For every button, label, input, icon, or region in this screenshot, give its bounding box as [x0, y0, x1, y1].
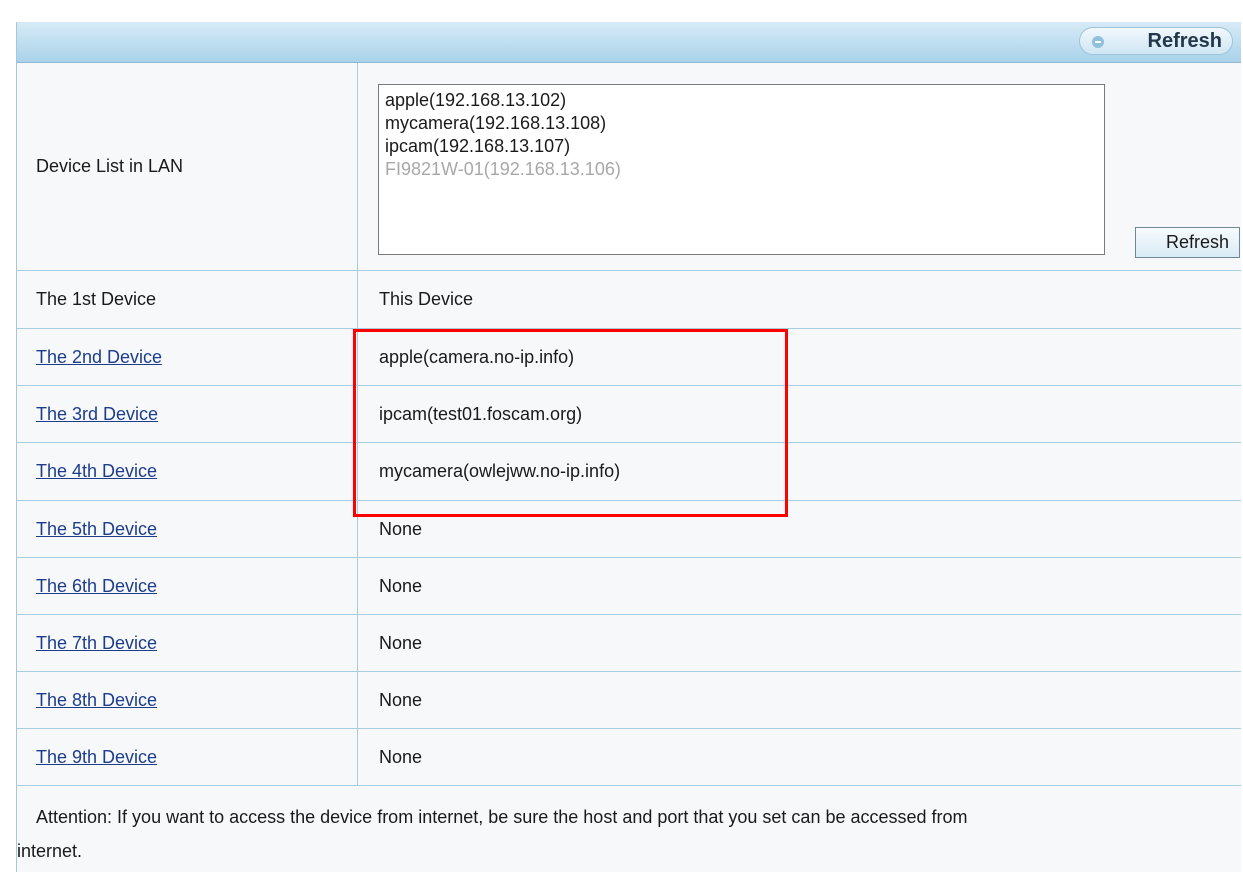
lan-device-item[interactable]: FI9821W-01(192.168.13.106): [385, 158, 1098, 181]
device-link-5[interactable]: The 5th Device: [36, 519, 157, 540]
device-row-8: The 8th Device None: [17, 672, 1241, 729]
device-value-8: None: [379, 689, 423, 710]
toolbar: Refresh: [17, 22, 1241, 63]
device-link-7[interactable]: The 7th Device: [36, 633, 157, 654]
device-row-3: The 3rd Device ipcam(test01.foscam.org): [17, 386, 1241, 443]
device-row-5: The 5th Device None: [17, 501, 1241, 558]
device-value-5: None: [379, 518, 423, 539]
lan-device-item[interactable]: mycamera(192.168.13.108): [385, 112, 1098, 135]
attention-text: Attention: If you want to access the dev…: [36, 807, 968, 827]
lan-device-item[interactable]: apple(192.168.13.102): [385, 89, 1098, 112]
device-value-2: apple(camera.no-ip.info): [379, 346, 575, 367]
device-value-6: None: [379, 575, 423, 596]
refresh-button-label: Refresh: [1147, 29, 1222, 52]
device-value-4: mycamera(owlejww.no-ip.info): [379, 461, 621, 481]
lan-device-item[interactable]: ipcam(192.168.13.107): [385, 135, 1098, 158]
device-value-7: None: [379, 632, 423, 653]
device-link-8[interactable]: The 8th Device: [36, 690, 157, 711]
device-row-4: The 4th Device mycamera(owlejww.no-ip.in…: [17, 443, 1241, 501]
device-link-4[interactable]: The 4th Device: [36, 461, 157, 482]
attention-note: Attention: If you want to access the dev…: [17, 783, 1241, 872]
device-value-3: ipcam(test01.foscam.org): [379, 403, 583, 424]
multi-device-settings-panel: Refresh Device List in LAN apple(192.168…: [16, 22, 1241, 872]
device-row-2: The 2nd Device apple(camera.no-ip.info): [17, 329, 1241, 386]
device-value-9: None: [379, 746, 423, 767]
device-link-9[interactable]: The 9th Device: [36, 747, 157, 768]
device-row-7: The 7th Device None: [17, 615, 1241, 672]
lan-device-listbox[interactable]: apple(192.168.13.102) mycamera(192.168.1…: [378, 84, 1105, 255]
device-label-1: The 1st Device: [17, 271, 358, 328]
device-link-2[interactable]: The 2nd Device: [36, 347, 162, 368]
device-row-9: The 9th Device None: [17, 729, 1241, 786]
lan-device-list-label: Device List in LAN: [17, 63, 358, 270]
refresh-button[interactable]: Refresh: [1079, 27, 1233, 55]
refresh-icon: [1092, 36, 1104, 48]
attention-text-continuation: internet.: [17, 841, 83, 861]
device-link-6[interactable]: The 6th Device: [36, 576, 157, 597]
device-link-3[interactable]: The 3rd Device: [36, 404, 158, 425]
lan-refresh-button[interactable]: Refresh: [1135, 227, 1240, 258]
device-row-6: The 6th Device None: [17, 558, 1241, 615]
device-row-1: The 1st Device This Device: [17, 271, 1241, 329]
device-value-1: This Device: [379, 289, 474, 309]
